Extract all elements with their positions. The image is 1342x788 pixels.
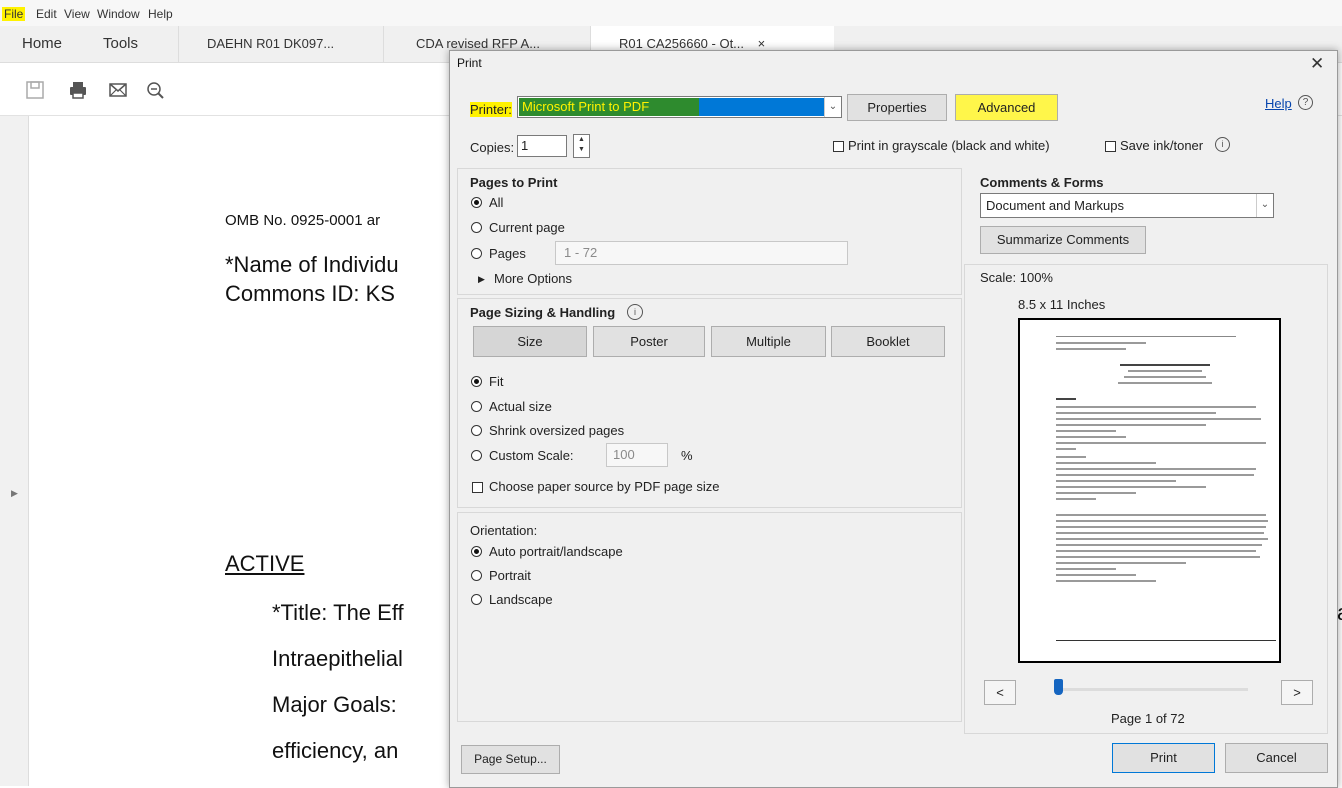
portrait-radio[interactable] bbox=[471, 570, 482, 581]
print-button[interactable]: Print bbox=[1112, 743, 1215, 773]
landscape-radio[interactable] bbox=[471, 594, 482, 605]
prev-page-button[interactable]: < bbox=[984, 680, 1016, 705]
copies-input[interactable]: 1 bbox=[517, 135, 567, 157]
tab-document-3-label: R01 CA256660 - Ot... bbox=[619, 36, 745, 51]
page-indicator: Page 1 of 72 bbox=[1111, 711, 1185, 726]
actual-size-label: Actual size bbox=[489, 399, 552, 414]
left-panel-collapsed[interactable] bbox=[0, 116, 29, 786]
sizing-info-icon[interactable]: i bbox=[627, 304, 643, 320]
menu-file[interactable]: File bbox=[2, 7, 26, 21]
auto-orientation-radio[interactable] bbox=[471, 546, 482, 557]
doc-efficiency-line: efficiency, an bbox=[272, 738, 399, 763]
current-page-label: Current page bbox=[489, 220, 565, 235]
printer-value: Microsoft Print to PDF bbox=[522, 99, 650, 114]
doc-title-line: *Title: The Eff bbox=[272, 600, 404, 625]
landscape-label: Landscape bbox=[489, 592, 553, 607]
tab-tools[interactable]: Tools bbox=[103, 26, 163, 62]
size-button[interactable]: Size bbox=[473, 326, 587, 357]
page-slider-track[interactable] bbox=[1058, 688, 1248, 691]
menu-bar: File Edit View Window Help bbox=[0, 0, 1342, 26]
page-sizing-heading: Page Sizing & Handling bbox=[470, 305, 616, 320]
doc-intraepithelial-line: Intraepithelial bbox=[272, 646, 403, 671]
pages-all-radio[interactable] bbox=[471, 197, 482, 208]
properties-button[interactable]: Properties bbox=[847, 94, 947, 121]
fit-radio[interactable] bbox=[471, 376, 482, 387]
page-slider-thumb[interactable] bbox=[1054, 679, 1063, 695]
triangle-right-icon[interactable]: ▶ bbox=[478, 274, 485, 285]
poster-button[interactable]: Poster bbox=[593, 326, 705, 357]
doc-commons-line: Commons ID: KS bbox=[225, 281, 395, 306]
copies-stepper[interactable]: ▲ ▼ bbox=[573, 134, 590, 158]
multiple-button[interactable]: Multiple bbox=[711, 326, 826, 357]
paper-size-label: 8.5 x 11 Inches bbox=[1018, 297, 1106, 312]
comments-value: Document and Markups bbox=[986, 198, 1125, 213]
shrink-radio[interactable] bbox=[471, 425, 482, 436]
portrait-label: Portrait bbox=[489, 568, 531, 583]
chevron-down-icon[interactable]: ⌄ bbox=[824, 97, 841, 117]
percent-label: % bbox=[681, 448, 693, 463]
fit-label: Fit bbox=[489, 374, 504, 389]
zoom-out-icon[interactable] bbox=[145, 80, 165, 100]
cancel-button[interactable]: Cancel bbox=[1225, 743, 1328, 773]
save-icon[interactable] bbox=[25, 80, 45, 100]
booklet-button[interactable]: Booklet bbox=[831, 326, 945, 357]
pages-range-input[interactable]: 1 - 72 bbox=[555, 241, 848, 265]
email-icon[interactable] bbox=[108, 80, 128, 100]
pages-all-label: All bbox=[489, 195, 504, 210]
printer-select[interactable]: Microsoft Print to PDF ⌄ bbox=[517, 96, 842, 118]
menu-view[interactable]: View bbox=[64, 7, 90, 21]
summarize-comments-button[interactable]: Summarize Comments bbox=[980, 226, 1146, 254]
save-ink-label: Save ink/toner bbox=[1120, 138, 1204, 153]
doc-goals-line: Major Goals: bbox=[272, 692, 397, 717]
custom-scale-radio[interactable] bbox=[471, 450, 482, 461]
tab-document-1[interactable]: DAEHN R01 DK097... bbox=[178, 26, 397, 62]
close-icon[interactable]: ✕ bbox=[1310, 54, 1324, 74]
paper-source-checkbox[interactable] bbox=[472, 482, 483, 493]
custom-scale-label: Custom Scale: bbox=[489, 448, 574, 463]
scale-label: Scale: 100% bbox=[980, 270, 1053, 285]
doc-active-heading: ACTIVE bbox=[225, 551, 305, 576]
save-ink-checkbox[interactable] bbox=[1105, 141, 1116, 152]
advanced-button[interactable]: Advanced bbox=[955, 94, 1058, 121]
help-icon[interactable]: ? bbox=[1298, 95, 1313, 110]
menu-edit[interactable]: Edit bbox=[36, 7, 57, 21]
next-page-button[interactable]: > bbox=[1281, 680, 1313, 705]
more-options-label[interactable]: More Options bbox=[494, 271, 572, 286]
tab-close-icon[interactable]: × bbox=[758, 36, 766, 51]
printer-label: Printer: bbox=[470, 102, 512, 117]
orientation-heading: Orientation: bbox=[470, 523, 538, 538]
doc-name-line: *Name of Individu bbox=[225, 252, 399, 277]
printer-highlight-blue bbox=[699, 98, 824, 116]
pages-range-radio[interactable] bbox=[471, 248, 482, 259]
page-preview bbox=[1018, 318, 1281, 663]
current-page-radio[interactable] bbox=[471, 222, 482, 233]
doc-omb-line: OMB No. 0925-0001 ar bbox=[225, 212, 381, 229]
menu-window[interactable]: Window bbox=[97, 7, 140, 21]
paper-source-label: Choose paper source by PDF page size bbox=[489, 479, 720, 494]
custom-scale-input[interactable]: 100 bbox=[606, 443, 668, 467]
tab-home[interactable]: Home bbox=[22, 26, 82, 62]
auto-orientation-label: Auto portrait/landscape bbox=[489, 544, 623, 559]
print-icon[interactable] bbox=[68, 80, 88, 100]
dialog-title: Print bbox=[457, 56, 482, 70]
grayscale-label: Print in grayscale (black and white) bbox=[848, 138, 1050, 153]
expand-panel-icon[interactable]: ▶ bbox=[11, 488, 18, 499]
comments-chevron-down-icon[interactable]: ⌄ bbox=[1256, 194, 1273, 217]
pages-to-print-heading: Pages to Print bbox=[470, 175, 558, 190]
shrink-label: Shrink oversized pages bbox=[489, 423, 625, 438]
help-link[interactable]: Help bbox=[1265, 96, 1292, 111]
comments-select[interactable]: Document and Markups ⌄ bbox=[980, 193, 1274, 218]
menu-help[interactable]: Help bbox=[148, 7, 173, 21]
info-icon[interactable]: i bbox=[1215, 137, 1230, 152]
grayscale-checkbox[interactable] bbox=[833, 141, 844, 152]
pages-range-label: Pages bbox=[489, 246, 526, 261]
actual-size-radio[interactable] bbox=[471, 401, 482, 412]
copies-label: Copies: bbox=[470, 140, 515, 155]
comments-heading: Comments & Forms bbox=[980, 175, 1104, 190]
page-setup-button[interactable]: Page Setup... bbox=[461, 745, 560, 774]
